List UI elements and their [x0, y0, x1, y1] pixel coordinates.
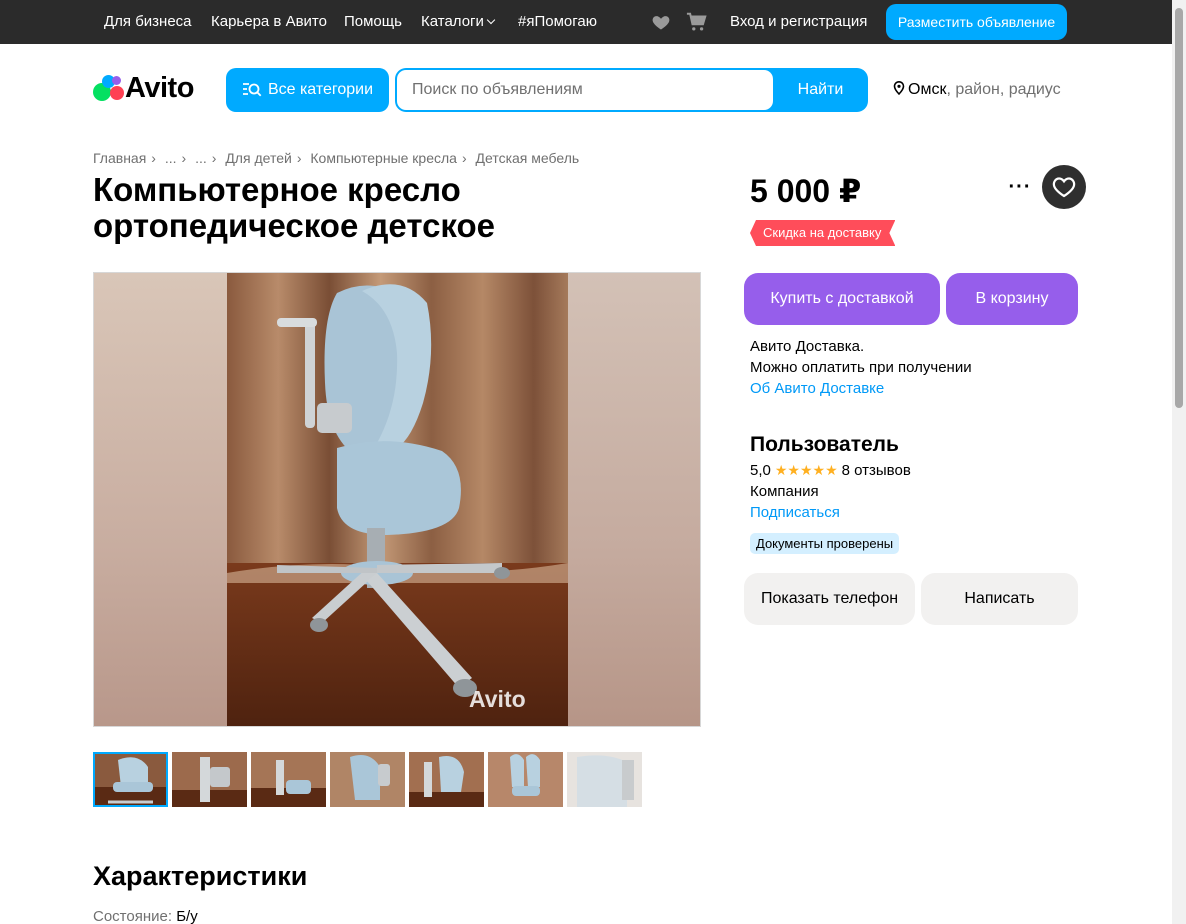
logo-text: Avito [125, 72, 194, 104]
post-ad-button[interactable]: Разместить объявление [886, 4, 1067, 40]
search-button[interactable]: Найти [773, 68, 868, 112]
scrollbar-thumb[interactable] [1175, 8, 1183, 408]
avito-watermark: Avito [469, 686, 526, 712]
thumbnail[interactable] [330, 752, 405, 807]
logo-dot-purple [112, 76, 121, 85]
thumbnail[interactable] [93, 752, 168, 807]
location-pin-icon [893, 81, 905, 96]
top-bar: Для бизнеса Карьера в Авито Помощь Катал… [0, 0, 1172, 44]
avito-logo[interactable]: Avito [93, 72, 203, 105]
breadcrumb-separator: › [211, 150, 217, 166]
price: 5 000 ₽ [750, 173, 862, 209]
thumbnail[interactable] [409, 752, 484, 807]
seller-type: Компания [750, 483, 819, 500]
photo-blur-left [94, 273, 227, 726]
breadcrumb-for-children[interactable]: Для детей [225, 150, 291, 166]
heart-icon[interactable] [651, 12, 671, 32]
listing-title: Компьютерное кресло ортопедическое детск… [93, 171, 496, 244]
location-details: , район, радиус [946, 81, 1061, 98]
location-selector[interactable]: Омск, район, радиус [893, 80, 1061, 99]
more-options-button[interactable]: ··· [1005, 172, 1035, 202]
login-link[interactable]: Вход и регистрация [730, 13, 867, 30]
thumbnail[interactable] [172, 752, 247, 807]
photo-blur-right [567, 273, 700, 726]
breadcrumb-collapsed-2[interactable]: ... [195, 150, 207, 166]
chair-photo [227, 273, 568, 726]
heart-icon [1052, 177, 1076, 198]
breadcrumb-separator: › [296, 150, 302, 166]
thumbnail[interactable] [567, 752, 642, 807]
breadcrumb: Главная › ... › ... › Для детей › Компьютерн… [93, 150, 579, 166]
search-bar: Найти [395, 68, 868, 112]
chevron-down-icon [486, 15, 496, 25]
career-link[interactable]: Карьера в Авито [211, 13, 327, 30]
for-business-link[interactable]: Для бизнеса [104, 13, 192, 30]
all-categories-label: Все категории [267, 81, 374, 98]
characteristics-heading: Характеристики [93, 861, 308, 891]
search-input[interactable] [397, 70, 773, 110]
discount-badge: Скидка на доставку [750, 220, 895, 246]
rating-value: 5,0 [750, 462, 771, 479]
buy-with-delivery-button[interactable]: Купить с доставкой [744, 273, 940, 325]
breadcrumb-collapsed-1[interactable]: ... [165, 150, 177, 166]
thumbnail[interactable] [488, 752, 563, 807]
location-city: Омск [908, 81, 947, 98]
documents-verified-badge: Документы проверены [750, 533, 900, 554]
breadcrumb-separator: › [461, 150, 467, 166]
catalogs-link[interactable]: Каталоги [421, 13, 496, 30]
write-message-button[interactable]: Написать [921, 573, 1078, 625]
cart-icon[interactable] [686, 11, 708, 33]
reviews-link[interactable]: 8 отзывов [842, 462, 911, 479]
breadcrumb-separator: › [181, 150, 187, 166]
logo-dot-red [110, 86, 124, 100]
seller-rating: 5,0 ★★★★★ 8 отзывов [750, 462, 911, 479]
ya-pomogayu-link[interactable]: #яПомогаю [518, 13, 597, 30]
help-link[interactable]: Помощь [344, 13, 402, 30]
all-categories-button[interactable]: Все категории [226, 68, 389, 112]
breadcrumb-kids-furniture[interactable]: Детская мебель [476, 150, 580, 166]
delivery-payment-info: Можно оплатить при получении [750, 359, 972, 376]
characteristic-label: Состояние: [93, 908, 173, 924]
delivery-title: Авито Доставка. [750, 338, 865, 355]
categories-search-icon [242, 83, 262, 97]
breadcrumb-computer-chairs[interactable]: Компьютерные кресла [310, 150, 457, 166]
thumbnail[interactable] [251, 752, 326, 807]
scrollbar[interactable] [1172, 0, 1186, 924]
catalogs-label: Каталоги [421, 13, 484, 30]
characteristic-value: Б/у [176, 908, 198, 924]
breadcrumb-home[interactable]: Главная [93, 150, 146, 166]
subscribe-link[interactable]: Подписаться [750, 504, 840, 521]
main-photo[interactable]: Avito [93, 272, 701, 727]
breadcrumb-separator: › [151, 150, 156, 166]
show-phone-button[interactable]: Показать телефон [744, 573, 915, 625]
characteristic-row: Состояние: Б/у [93, 908, 198, 924]
about-delivery-link[interactable]: Об Авито Доставке [750, 380, 884, 397]
seller-name[interactable]: Пользователь [750, 433, 899, 457]
favorite-button[interactable] [1042, 165, 1086, 209]
star-rating-icon: ★★★★★ [774, 462, 838, 478]
add-to-cart-button[interactable]: В корзину [946, 273, 1078, 325]
